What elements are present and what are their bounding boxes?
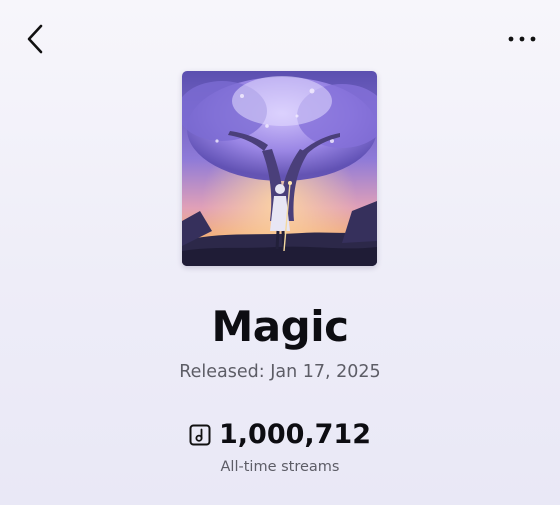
back-button[interactable] (18, 22, 52, 56)
streams-summary: 1,000,712 (0, 418, 560, 452)
release-date: Released: Jan 17, 2025 (179, 362, 381, 382)
more-horizontal-icon (508, 36, 536, 42)
streams-count: 1,000,712 (218, 419, 372, 450)
streams-label: All-time streams (220, 459, 340, 475)
album-cover (182, 71, 377, 266)
album-cover-image (182, 71, 377, 266)
more-options-button[interactable] (502, 24, 542, 54)
song-title: Magic (211, 302, 350, 351)
chevron-left-icon (27, 24, 43, 54)
music-note-box-icon (189, 424, 211, 446)
